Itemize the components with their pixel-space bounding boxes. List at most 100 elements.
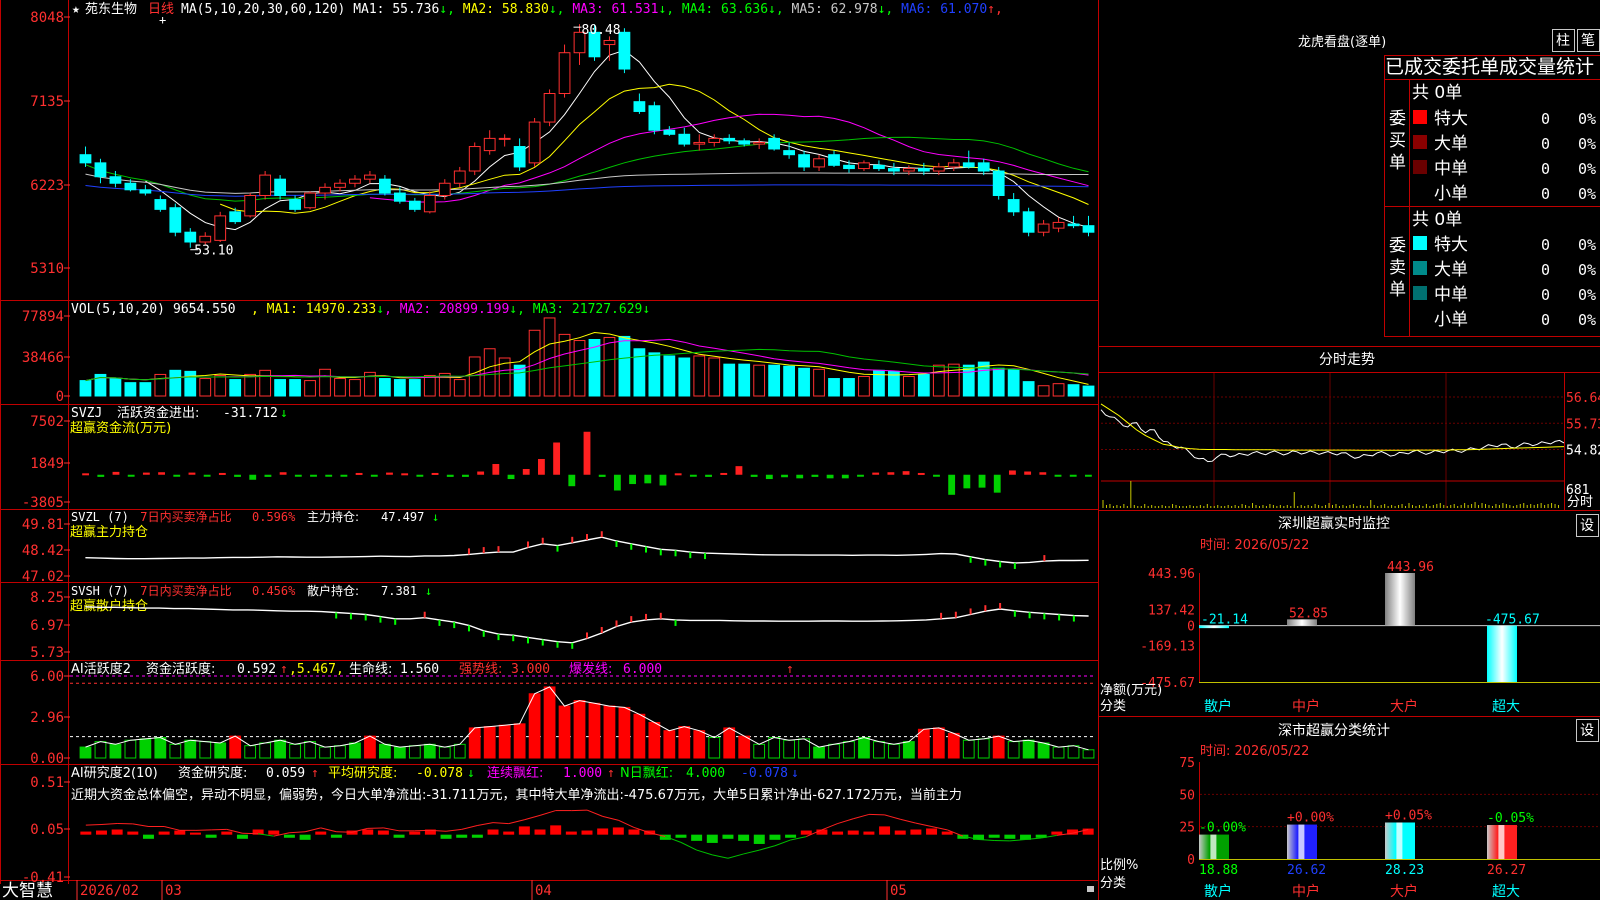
sm-title: 深市超赢分类统计: [1278, 722, 1390, 739]
buy-total: 共 0单: [1412, 83, 1462, 103]
ai2-title: AI研究度2(10): [71, 765, 158, 781]
sm-bar-change: +0.05%: [1385, 808, 1432, 823]
candle-body: [498, 137, 511, 140]
candle-body: [888, 168, 900, 172]
date-tick-label: 04: [535, 883, 552, 899]
order-row-percent: 0%: [1578, 311, 1596, 329]
order-row-percent: 0%: [1578, 185, 1596, 203]
sz-axis-label: 0: [1187, 620, 1195, 635]
svzj-title: SVZJ: [71, 406, 102, 421]
activity-bar: [109, 743, 122, 759]
research-bar: [236, 834, 248, 839]
ai2-label3: 连续飘红:: [487, 765, 543, 781]
research-bar: [330, 834, 342, 838]
ai1-label4: 强势线:: [459, 661, 502, 677]
fund-flow-bar: [416, 474, 424, 477]
activity-bar: [1067, 745, 1080, 759]
candle-body: [364, 174, 376, 180]
activity-bar: [858, 737, 870, 759]
fund-flow-bar: [127, 474, 135, 477]
activity-bar: [753, 743, 766, 759]
candle-body: [423, 194, 436, 213]
volume-bar: [199, 378, 212, 397]
activity-bar: [94, 741, 107, 759]
fund-flow-bar: [841, 474, 849, 479]
svzj-label: 活跃资金进出:: [117, 405, 199, 421]
fund-flow-bar: [264, 474, 272, 477]
fund-flow-bar: [522, 469, 530, 475]
volume-bar: [992, 367, 1005, 397]
sm-settings-button-label: 设: [1580, 723, 1594, 739]
research-bar: [847, 830, 859, 835]
svzj-arrow: ↓: [280, 406, 288, 421]
fund-flow-bar: [811, 474, 819, 477]
axis-tick-label: 5.73: [30, 645, 64, 661]
ma-legend-item: MA6: 61.070: [901, 2, 987, 17]
svzl-hold-label: 主力持仓:: [307, 509, 359, 524]
volume-bar: [289, 379, 301, 397]
activity-bar: [888, 743, 900, 759]
volume-bar: [783, 365, 795, 397]
activity-bar: [184, 739, 197, 759]
axis-tick-label: 0.05: [30, 822, 64, 838]
fund-flow-bar: [857, 474, 864, 477]
sm-bar-value: 18.88: [1199, 863, 1238, 878]
price-high-annotation: 80.48: [573, 23, 621, 38]
research-bar: [283, 834, 295, 838]
order-row-count: 0: [1541, 135, 1550, 153]
sm-axis-label: 0: [1187, 853, 1195, 868]
research-bar: [926, 828, 938, 835]
svzl-axis: 49.81 48.42 47.02: [22, 517, 70, 585]
sm-category-label: 中户: [1292, 883, 1320, 900]
candle-body: [199, 235, 212, 243]
intraday-axis-label: 56.64: [1566, 391, 1600, 406]
sm-axis-label: 25: [1179, 821, 1195, 836]
research-bar: [879, 826, 891, 835]
research-bar: [769, 834, 781, 840]
ai2-arrow3: ↑: [607, 766, 615, 781]
volume-bar: [1082, 385, 1095, 397]
fund-flow-bar: [325, 474, 333, 477]
lock-icon[interactable]: [1087, 886, 1094, 892]
axis-tick-label: 7502: [30, 414, 64, 430]
activity-bar: [1082, 749, 1095, 759]
vol-title: VOL(5,10,20): [71, 302, 165, 317]
svsh-subtitle: 超赢散户持仓: [70, 598, 148, 614]
fund-flow-bar: [674, 473, 682, 476]
activity-bar: [798, 738, 810, 759]
volume-bar: [723, 363, 736, 397]
candle-body: [393, 192, 406, 202]
volume-bar: [843, 378, 855, 397]
axis-tick-label: 49.81: [22, 517, 64, 533]
sz-axis-label: 443.96: [1148, 567, 1195, 582]
order-row-label: 特大: [1434, 235, 1468, 255]
volume-bar: [573, 340, 586, 397]
candle-body: [783, 150, 795, 156]
price-high-label: 80.48: [582, 23, 621, 38]
volume-bar: [124, 382, 137, 397]
sm-bar-highlight: [1396, 822, 1403, 859]
volume-bar: [678, 357, 691, 397]
sz-ylabel: 净额(万元): [1100, 683, 1162, 698]
fund-flow-bar: [188, 472, 196, 475]
fund-flow-bar: [537, 458, 545, 475]
activity-bar: [423, 743, 436, 759]
candle-body: [184, 231, 197, 243]
research-bar: [393, 834, 405, 838]
research-bar: [612, 827, 624, 835]
fund-flow-bar: [629, 474, 637, 485]
candle-body: [708, 137, 721, 143]
candle-body: [693, 141, 706, 145]
fund-flow-bar: [112, 471, 120, 475]
research-bar: [722, 834, 734, 839]
ma-legend-arrow: ↓,: [549, 2, 572, 17]
volume-bar: [259, 369, 272, 397]
volume-bar: [349, 379, 361, 397]
research-bar: [96, 830, 107, 835]
stock-name[interactable]: 苑东生物: [85, 2, 137, 17]
candle-body: [1052, 221, 1065, 229]
research-bar: [111, 829, 123, 835]
order-row-count: 0: [1541, 185, 1550, 203]
candle-body: [244, 194, 257, 217]
order-row-count: 0: [1541, 261, 1550, 279]
